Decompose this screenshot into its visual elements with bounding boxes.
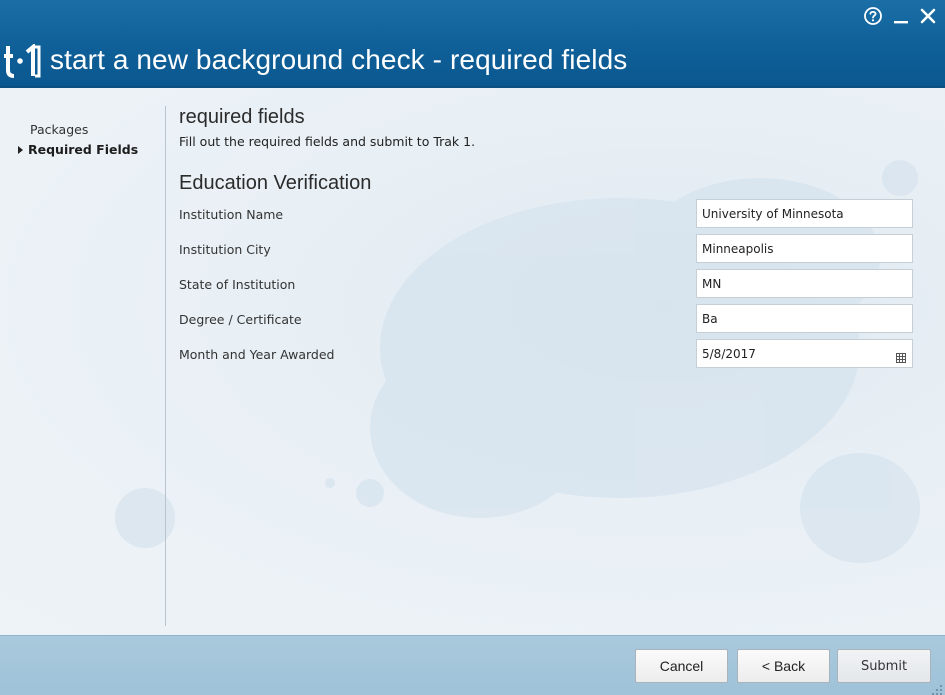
page-subtitle: Fill out the required fields and submit …: [179, 134, 476, 149]
content-area: Packages Required Fields required fields…: [0, 88, 945, 635]
sidebar: Packages Required Fields: [0, 88, 165, 635]
submit-button[interactable]: Submit: [837, 649, 931, 683]
state-of-institution-input[interactable]: [696, 269, 913, 298]
footer-bar: Cancel < Back Submit: [0, 635, 945, 695]
help-icon[interactable]: [863, 6, 883, 26]
trak1-logo: [4, 42, 42, 78]
caret-right-icon: [18, 145, 23, 154]
sidebar-item-label: Required Fields: [28, 142, 139, 157]
close-icon[interactable]: [919, 6, 937, 26]
window-controls: [863, 6, 937, 26]
sidebar-item-required-fields[interactable]: Required Fields: [18, 142, 138, 157]
minimize-icon[interactable]: [893, 6, 909, 26]
resize-grip-icon[interactable]: [931, 681, 943, 695]
window-title: start a new background check - required …: [50, 44, 628, 75]
month-year-awarded-label: Month and Year Awarded: [179, 347, 335, 362]
institution-name-label: Institution Name: [179, 207, 284, 222]
institution-city-input[interactable]: [696, 234, 913, 263]
sidebar-divider: [165, 106, 166, 626]
title-bar: start a new background check - required …: [0, 0, 945, 88]
sidebar-item-packages[interactable]: Packages: [30, 122, 88, 137]
cancel-button[interactable]: Cancel: [635, 649, 728, 683]
page-title: required fields: [179, 106, 305, 128]
calendar-icon[interactable]: [896, 348, 906, 363]
back-button[interactable]: < Back: [737, 649, 830, 683]
state-of-institution-label: State of Institution: [179, 277, 296, 292]
institution-city-label: Institution City: [179, 242, 271, 257]
sidebar-item-label: Packages: [30, 122, 89, 137]
institution-name-input[interactable]: [696, 199, 913, 228]
main-panel: required fields Fill out the required fi…: [179, 88, 929, 635]
section-title: Education Verification: [179, 172, 372, 194]
date-picker: [696, 339, 913, 368]
degree-certificate-label: Degree / Certificate: [179, 312, 302, 327]
degree-certificate-input[interactable]: [696, 304, 913, 333]
month-year-awarded-input[interactable]: [696, 339, 913, 368]
